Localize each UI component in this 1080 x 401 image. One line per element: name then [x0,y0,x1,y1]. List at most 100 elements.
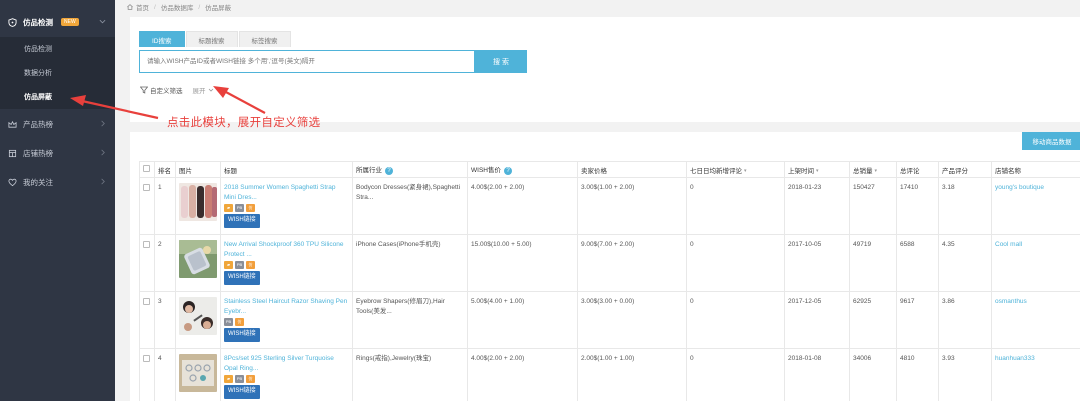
tag-icon[interactable]: 仿 [235,318,244,326]
expand-toggle[interactable]: 展开 [193,85,214,95]
listed-date-cell: 2017-12-05 [784,291,850,349]
sidebar-subitem-counterfeit-check[interactable]: 仿品检测 [0,37,115,61]
product-image[interactable] [179,354,217,392]
tag-icon[interactable]: 仿 [246,261,255,269]
total-sales-cell: 150427 [849,177,897,235]
product-image[interactable] [179,183,217,221]
wish-link-button[interactable]: WISH链接 [224,271,260,285]
search-tabs: ID搜索 标题搜索 标签搜索 [139,31,292,47]
table-row: 4 8Pcs/set 925 Sterling Silver Turquoise… [139,348,1080,401]
sidebar-subitem-label: 数据分析 [24,70,52,77]
move-data-button[interactable]: 移动商品数据 [1022,132,1080,150]
image-cell [175,348,221,401]
row-select-cell [139,234,155,292]
total-reviews-cell: 9617 [896,291,939,349]
select-all-cell [139,161,155,178]
help-icon[interactable]: ? [385,166,393,175]
listed-date-cell: 2018-01-08 [784,348,850,401]
sort-icon: ▾ [816,167,819,174]
chevron-right-icon [101,149,105,156]
rating-cell: 3.86 [938,291,992,349]
wish-link-button[interactable]: WISH链接 [224,328,260,342]
row-checkbox[interactable] [143,184,150,191]
header-seller-price: 卖家价格 [577,161,687,178]
product-title-link[interactable]: 8Pcs/set 925 Sterling Silver Turquoise O… [224,354,349,373]
breadcrumb-database[interactable]: 仿品数据库 [161,2,194,12]
sidebar-item-counterfeit-check[interactable]: 仿品检测 NEW [0,14,115,30]
header-store: 店铺名称 [991,161,1080,178]
total-reviews-cell: 6588 [896,234,939,292]
store-cell: huanhuan333 [991,348,1080,401]
industry-cell: Rings(戒指),Jewelry(珠宝) [352,348,468,401]
store-link[interactable]: young's boutique [995,184,1044,191]
tab-id-search[interactable]: ID搜索 [139,31,185,47]
chart-icon[interactable]: PB [224,318,233,326]
chart-icon[interactable]: PB [235,375,244,383]
custom-filter-label[interactable]: 自定义筛选 [150,85,183,95]
total-reviews-cell: 4810 [896,348,939,401]
cart-icon[interactable]: ▰ [224,375,233,383]
wish-link-button[interactable]: WISH链接 [224,214,260,228]
product-title-link[interactable]: 2018 Summer Women Spaghetti Strap Mini D… [224,183,349,202]
store-link[interactable]: osmanthus [995,298,1027,305]
tab-title-search[interactable]: 标题搜索 [185,31,238,47]
tab-tag-search[interactable]: 标签搜索 [238,31,291,47]
header-total-sales-label: 总销量 [853,167,873,175]
store-link[interactable]: Cool mall [995,241,1022,248]
search-input[interactable] [139,50,475,73]
industry-cell: iPhone Cases(iPhone手机壳) [352,234,468,292]
seller-price-cell: 3.00$(1.00 + 2.00) [577,177,687,235]
breadcrumb-home[interactable]: 首页 [136,2,149,12]
cart-icon[interactable]: ▰ [224,204,233,212]
wish-link-button[interactable]: WISH链接 [224,385,260,399]
listed-date-cell: 2018-01-23 [784,177,850,235]
sidebar-subitem-counterfeit-block[interactable]: 仿品屏蔽 [0,85,115,109]
header-industry: 所属行业? [352,161,468,178]
action-icons: ▰ PB 仿 [224,204,349,212]
chart-icon[interactable]: PB [235,204,244,212]
header-total-sales[interactable]: 总销量 ▾ [849,161,897,178]
sidebar-subitem-data-analysis[interactable]: 数据分析 [0,61,115,85]
header-daily-reviews[interactable]: 七日日均新增评论 ▾ [686,161,785,178]
chart-icon[interactable]: PB [235,261,244,269]
industry-cell: Bodycon Dresses(紧身裙),Spaghetti Stra... [352,177,468,235]
table-row: 1 2018 Summer Women Spaghetti Strap Mini… [139,177,1080,235]
select-all-checkbox[interactable] [143,165,150,172]
sidebar-item-store-ranking[interactable]: 店铺热榜 [0,145,115,161]
row-checkbox[interactable] [143,298,150,305]
store-link[interactable]: huanhuan333 [995,355,1035,362]
tag-icon[interactable]: 仿 [246,204,255,212]
wish-price-cell: 15.00$(10.00 + 5.00) [467,234,578,292]
product-title-link[interactable]: New Arrival Shockproof 360 TPU Silicone … [224,240,349,259]
search-button[interactable]: 搜 索 [475,50,527,73]
seller-price-cell: 9.00$(7.00 + 2.00) [577,234,687,292]
header-listed-date-label: 上架时间 [788,167,814,175]
row-checkbox[interactable] [143,241,150,248]
sort-icon: ▾ [874,167,878,174]
sidebar-item-product-ranking[interactable]: 产品热榜 [0,116,115,132]
total-reviews-cell: 17410 [896,177,939,235]
product-title-link[interactable]: Stainless Steel Haircut Razor Shaving Pe… [224,297,349,316]
cart-icon[interactable]: ▰ [224,261,233,269]
action-icons: ▰ PB 仿 [224,261,349,269]
header-total-reviews: 总评论 [896,161,939,178]
help-icon[interactable]: ? [503,166,512,175]
header-daily-reviews-label: 七日日均新增评论 [690,167,742,175]
chevron-down-icon [208,88,213,92]
sidebar: 仿品检测 NEW 仿品检测 数据分析 仿品屏蔽 产品热榜 店铺热榜 我的关注 [0,0,115,401]
table-row: 3 Stainless Steel Haircut Razor Shaving … [139,291,1080,349]
product-image[interactable] [179,240,217,278]
image-cell [175,291,221,349]
sidebar-item-my-follows[interactable]: 我的关注 [0,174,115,190]
shield-icon [7,17,17,27]
header-listed-date[interactable]: 上架时间 ▾ [784,161,850,178]
rank-cell: 3 [154,291,176,349]
sidebar-item-label: 产品热榜 [23,119,53,129]
chevron-down-icon [99,19,106,24]
custom-filter-row[interactable]: 自定义筛选 展开 [140,85,214,95]
tag-icon[interactable]: 仿 [246,375,255,383]
product-image[interactable] [179,297,217,335]
title-cell: Stainless Steel Haircut Razor Shaving Pe… [220,291,353,349]
breadcrumb-current: 仿品屏蔽 [205,5,232,12]
row-checkbox[interactable] [143,355,150,362]
